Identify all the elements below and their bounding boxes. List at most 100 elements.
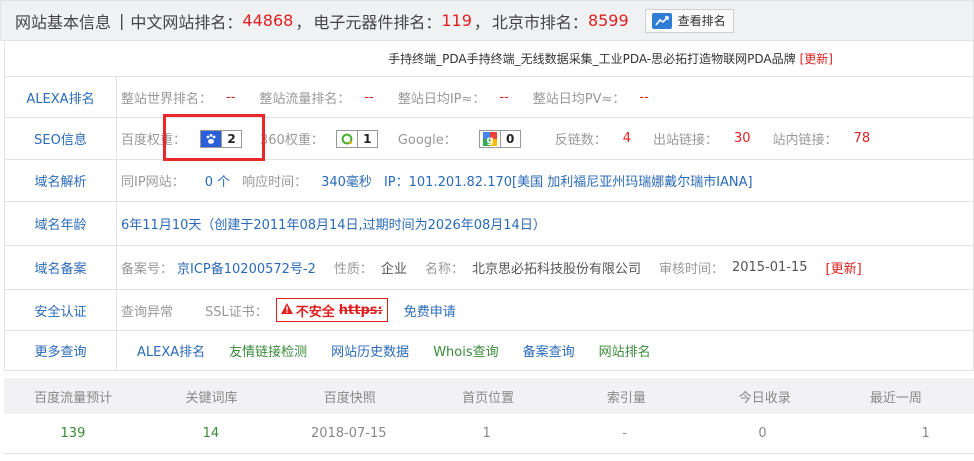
index-count-value: - (622, 426, 627, 441)
alexa-row: ALEXA排名 整站世界排名： -- 整站流量排名： -- 整站日均IP≈： -… (5, 77, 973, 118)
category-rank-value: 119 (441, 11, 472, 30)
inlinks-label: 站内链接： (772, 133, 838, 148)
stats-header-cell: 关键词库 (185, 390, 238, 406)
outlinks-value[interactable]: 30 (734, 131, 751, 146)
icp-nature-label: 性质： (333, 262, 373, 277)
stats-header-cell: 今日收录 (738, 390, 791, 406)
daily-pv-value: -- (639, 89, 649, 105)
stats-value-row: 139 14 2018-07-15 1 - 0 1 (4, 414, 974, 454)
response-time-value: 340毫秒 (321, 175, 372, 190)
outlinks-label: 出站链接： (652, 133, 718, 148)
same-ip-label: 同IP网站： (121, 175, 185, 190)
icp-audit-value: 2015-01-15 (731, 260, 808, 275)
world-rank-value: -- (226, 89, 236, 105)
google-icon: g (479, 130, 500, 147)
google-pr-badge[interactable]: g 0 (478, 129, 521, 148)
more-link-whois[interactable]: Whois查询 (433, 341, 498, 360)
stats-header-row: 百度流量预计 关键词库 百度快照 首页位置 索引量 今日收录 最近一周 (4, 378, 974, 414)
security-query-status: 查询异常 (121, 304, 174, 320)
header-separator: | (119, 11, 125, 30)
category-rank-label: 电子元器件排名： (313, 12, 442, 32)
icp-update-link[interactable]: [更新] (826, 258, 862, 277)
stats-header-cell: 首页位置 (462, 390, 515, 406)
google-label: Google： (397, 133, 457, 148)
homepage-position-value: 1 (482, 426, 491, 441)
view-rank-label: 查看排名 (677, 14, 726, 28)
site-info-header: 网站基本信息 | 中文网站排名： 44868 ， 电子元器件排名： 119 ， … (0, 0, 974, 41)
title-update-link[interactable]: [更新] (800, 50, 833, 67)
baidu-traffic-value[interactable]: 139 (4, 414, 142, 453)
backlinks-label: 反链数： (554, 133, 607, 148)
dns-label[interactable]: 域名解析 (5, 160, 117, 201)
google-pr-value: 0 (499, 130, 520, 147)
free-apply-link[interactable]: 免费申请 (404, 301, 456, 320)
header-title: 网站基本信息 (15, 12, 112, 32)
daily-pv-label: 整站日均PV≈： (532, 91, 626, 107)
icp-row: 域名备案 备案号： 京ICP备10200572号-2 性质： 企业 名称： 北京… (5, 246, 973, 290)
site-title-row: 手持终端_PDA手持终端_无线数据采集_工业PDA-思必拓打造物联网PDA品牌 … (5, 41, 973, 77)
seo-row: SEO信息 百度权重： 2 360权重： 1 Google： g 0 反链数： … (5, 118, 973, 160)
ssl-label: SSL证书： (205, 304, 268, 320)
ip-value[interactable]: 101.201.82.170[美国 加利福尼亚州玛瑞娜戴尔瑞市IANA] (409, 171, 753, 190)
icp-nature-value: 企业 (380, 262, 407, 277)
city-rank-value: 8599 (587, 11, 629, 30)
traffic-rank-value: -- (364, 89, 374, 105)
so360-weight-value: 1 (356, 130, 377, 147)
ssl-insecure-text: 不安全 (295, 304, 335, 320)
world-rank-label: 整站世界排名： (121, 91, 213, 107)
domain-age-label[interactable]: 域名年龄 (5, 202, 117, 245)
same-ip-value[interactable]: 0 个 (205, 171, 230, 190)
baidu-weight-highlight (163, 114, 265, 161)
comma: ， (295, 12, 312, 32)
cn-rank-value: 44868 (242, 11, 294, 30)
security-row: 安全认证 查询异常 SSL证书： 不安全 https: 免费申请 (5, 290, 973, 331)
alexa-label[interactable]: ALEXA排名 (5, 77, 117, 117)
more-link-icp[interactable]: 备案查询 (523, 341, 575, 360)
more-link-history[interactable]: 网站历史数据 (331, 341, 409, 360)
ssl-https-text: https: (338, 302, 383, 318)
backlinks-value[interactable]: 4 (623, 131, 631, 146)
domain-age-value: 6年11月10天（创建于2011年08月14日,过期时间为2026年08月14日… (121, 218, 546, 233)
icp-audit-label: 审核时间： (658, 262, 724, 277)
icp-number-value[interactable]: 京ICP备10200572号-2 (177, 258, 316, 277)
view-rank-button[interactable]: 查看排名 (644, 8, 734, 33)
icp-name-value: 北京思必拓科技股份有限公司 (471, 262, 641, 277)
inlinks-value[interactable]: 78 (854, 131, 871, 146)
so360-weight-label: 360权重： (260, 133, 324, 148)
ssl-status-badge[interactable]: 不安全 https: (275, 298, 388, 322)
seo-label[interactable]: SEO信息 (5, 118, 117, 159)
traffic-rank-label: 整站流量排名： (259, 91, 351, 107)
dns-row: 域名解析 同IP网站： 0 个 响应时间： 340毫秒 IP： 101.201.… (5, 160, 973, 202)
warning-icon (280, 302, 293, 318)
trend-chart-icon (651, 12, 672, 29)
so360-weight-badge[interactable]: 1 (335, 129, 378, 148)
site-info-table: 手持终端_PDA手持终端_无线数据采集_工业PDA-思必拓打造物联网PDA品牌 … (4, 41, 974, 371)
city-rank-label: 北京市排名： (491, 12, 588, 32)
stats-table: 百度流量预计 关键词库 百度快照 首页位置 索引量 今日收录 最近一周 139 … (4, 378, 974, 454)
stats-header-cell: 百度快照 (323, 390, 376, 406)
today-indexed-value: 0 (758, 426, 767, 441)
domain-age-row: 域名年龄 6年11月10天（创建于2011年08月14日,过期时间为2026年0… (5, 202, 973, 246)
daily-ip-value: -- (499, 89, 509, 105)
stats-header-cell: 百度流量预计 (34, 390, 113, 406)
comma: ， (473, 12, 490, 32)
baidu-snapshot-value: 2018-07-15 (310, 426, 387, 441)
more-link-site-rank[interactable]: 网站排名 (599, 341, 651, 360)
response-time-label: 响应时间： (242, 175, 308, 190)
icp-label[interactable]: 域名备案 (5, 246, 117, 289)
stats-header-cell: 最近一周 (869, 390, 922, 406)
more-link-friend-links[interactable]: 友情链接检测 (229, 341, 307, 360)
more-link-alexa[interactable]: ALEXA排名 (137, 341, 205, 360)
daily-ip-label: 整站日均IP≈： (397, 91, 486, 107)
last-week-value: 1 (921, 426, 930, 441)
site-title-text: 手持终端_PDA手持终端_无线数据采集_工业PDA-思必拓打造物联网PDA品牌 (388, 52, 796, 66)
more-queries-label[interactable]: 更多查询 (5, 331, 117, 370)
ip-label: IP： (383, 175, 409, 190)
security-label[interactable]: 安全认证 (5, 290, 117, 330)
cn-rank-label: 中文网站排名： (130, 12, 243, 32)
keyword-count-value[interactable]: 14 (142, 414, 280, 453)
svg-text:g: g (486, 135, 493, 146)
icp-number-label: 备案号： (121, 262, 174, 277)
more-queries-row: 更多查询 ALEXA排名 友情链接检测 网站历史数据 Whois查询 备案查询 … (5, 331, 973, 371)
stats-header-cell: 索引量 (606, 390, 646, 406)
